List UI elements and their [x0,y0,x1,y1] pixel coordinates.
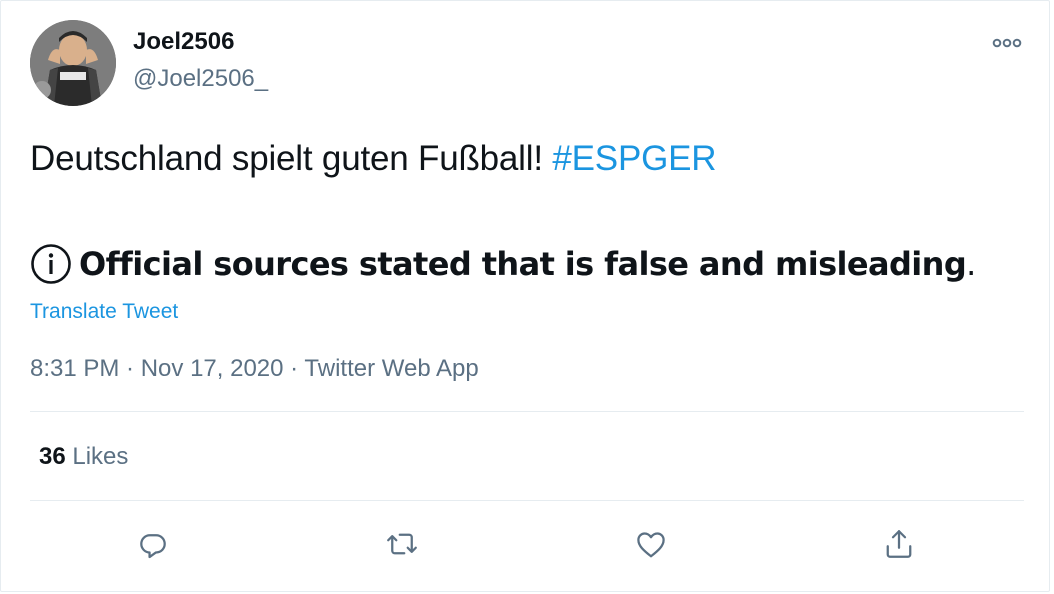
meta-separator: · [119,355,141,382]
retweet-icon [387,533,417,555]
more-dots-icon [992,38,1022,48]
translate-tweet-link[interactable]: Translate Tweet [30,300,178,324]
reply-button[interactable] [133,524,173,564]
notice-text: Official sources stated that is false an… [79,245,967,283]
tweet-meta: 8:31 PM · Nov 17, 2020 · Twitter Web App [30,355,479,383]
notice-period: . [966,245,977,283]
tweet-card: Joel2506 @Joel2506_ Deutschland spielt g… [0,0,1050,592]
tweet-source[interactable]: Twitter Web App [304,355,478,382]
avatar[interactable] [30,20,116,106]
misinformation-notice: Official sources stated that is false an… [30,241,976,287]
profile-photo-icon [30,20,116,106]
tweet-body: Deutschland spielt guten Fußball! [30,139,553,178]
share-button[interactable] [879,524,919,564]
author-handle[interactable]: @Joel2506_ [133,65,268,93]
author-display-name[interactable]: Joel2506 [133,28,234,56]
retweet-button[interactable] [382,524,422,564]
likes-stat[interactable]: 36 Likes [39,443,128,471]
meta-separator: · [283,355,305,382]
like-icon [637,532,665,558]
like-button[interactable] [631,524,671,564]
likes-label: Likes [65,443,129,470]
divider [30,411,1024,412]
divider [30,500,1024,501]
tweet-text: Deutschland spielt guten Fußball! #ESPGE… [30,139,717,179]
tweet-time[interactable]: 8:31 PM [30,355,119,382]
tweet-date[interactable]: Nov 17, 2020 [141,355,284,382]
share-icon [886,530,912,558]
info-circle-icon [31,244,71,284]
reply-icon [140,534,166,559]
hashtag-link[interactable]: #ESPGER [552,139,716,178]
likes-count: 36 [39,443,66,470]
more-options-button[interactable] [987,29,1027,57]
